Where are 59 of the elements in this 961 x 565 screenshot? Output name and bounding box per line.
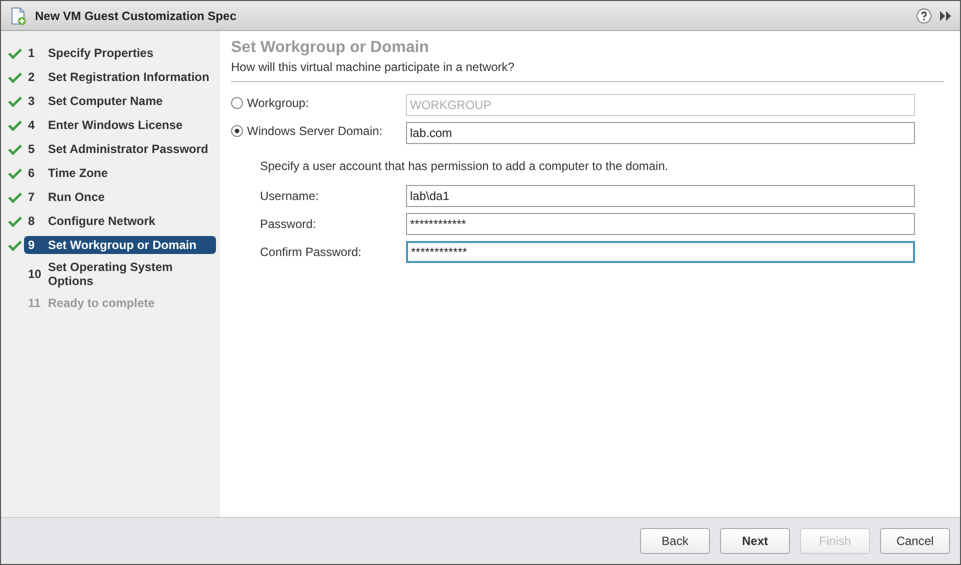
check-icon [8,96,22,106]
step-number: 2 [28,70,36,84]
check-icon [8,192,22,202]
help-icon[interactable] [916,8,932,24]
radio-label: Workgroup: [247,96,309,110]
step-number: 8 [28,214,36,228]
dialog-button[interactable]: Next [720,528,790,554]
step-label: Specify Properties [48,46,154,60]
step-item[interactable]: 4 Enter Windows License [5,114,216,136]
step-item[interactable]: 5 Set Administrator Password [5,138,216,160]
step-number: 7 [28,190,36,204]
field-label: Password: [260,217,318,231]
step-label: Time Zone [48,166,108,180]
dialog-button[interactable]: Back [640,528,710,554]
step-item[interactable]: 3 Set Computer Name [5,90,216,112]
window-title: New VM Guest Customization Spec [35,8,236,22]
check-icon [8,48,22,58]
step-item[interactable]: 1 Specify Properties [5,42,216,64]
step-number: 9 [28,238,36,252]
step-label: Set Operating System Options [48,260,174,288]
step-item[interactable]: 6 Time Zone [5,162,216,184]
step-item[interactable]: 8 Configure Network [5,210,216,232]
step-item[interactable]: 7 Run Once [5,186,216,208]
check-icon [8,168,22,178]
step-label: Set Registration Information [48,70,210,84]
check-icon [8,72,22,82]
step-label: Set Computer Name [48,94,163,108]
document-icon [9,6,27,24]
step-number: 3 [28,94,36,108]
hint-text: Specify a user account that has permission to add a computer to the domain. [260,159,670,173]
page-subtitle: How will this virtual machine participate in a network? [231,60,516,74]
check-icon [8,120,22,130]
step-number: 5 [28,142,36,156]
step-label: Set Workgroup or Domain [48,238,196,252]
step-label: Set Administrator Password [48,142,208,156]
input-field[interactable]: ************ [406,213,915,235]
check-icon [8,240,22,250]
step-item[interactable]: 2 Set Registration Information [5,66,216,88]
field-label: Confirm Password: [260,245,362,259]
input-field[interactable]: lab.com [406,122,915,144]
field-label: Username: [260,189,320,203]
input-field[interactable]: lab\da1 [406,185,915,207]
step-label: Ready to complete [48,296,155,310]
step-number: 11 [28,296,42,310]
check-icon [8,216,22,226]
expand-icon[interactable] [940,10,952,20]
step-number: 6 [28,166,36,180]
page-title: Set Workgroup or Domain [231,39,430,57]
step-label: Configure Network [48,214,156,228]
step-number: 4 [28,118,36,132]
check-icon [8,144,22,154]
step-label: Run Once [48,190,105,204]
dialog-button[interactable]: Cancel [880,528,950,554]
step-label: Enter Windows License [48,118,183,132]
step-number: 1 [28,46,36,60]
input-field[interactable]: ************ [406,241,915,263]
step-number: 10 [28,267,42,281]
radio-button[interactable] [231,125,243,137]
radio-label: Windows Server Domain: [247,124,382,138]
